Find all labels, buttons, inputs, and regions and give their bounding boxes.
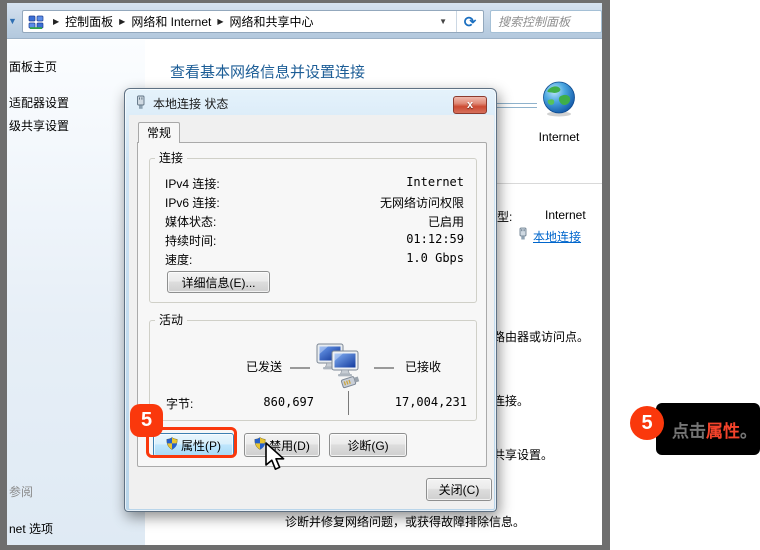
text-fragment-connect: 连接。: [493, 392, 529, 409]
step-badge-on-button: 5: [130, 404, 163, 437]
refresh-button[interactable]: ⟳: [456, 11, 483, 32]
ipv4-label: IPv4 连接:: [165, 175, 220, 192]
internet-globe-icon: [540, 80, 578, 123]
ipv6-label: IPv6 连接:: [165, 194, 220, 211]
access-type-label-fragment: 型:: [497, 208, 512, 225]
speed-label: 速度:: [165, 251, 192, 268]
section-divider: [497, 183, 602, 184]
sidebar-item-change-adapter-settings[interactable]: 适配器设置: [9, 94, 69, 111]
bytes-divider: [348, 391, 349, 415]
ipv4-value: Internet: [406, 175, 464, 189]
connection-status-icon: [134, 95, 147, 115]
breadcrumb-network-sharing-center[interactable]: 网络和共享中心: [230, 13, 314, 30]
tab-page-general: 连接 IPv4 连接: Internet IPv6 连接: 无网络访问权限 媒体…: [137, 142, 487, 467]
sent-connector-line: [290, 367, 310, 369]
connection-plug-icon: [517, 227, 529, 246]
annotation-text-suffix: 。: [740, 417, 757, 442]
text-fragment-router: 路由器或访问点。: [493, 328, 589, 345]
bytes-sent-value: 860,697: [230, 395, 314, 409]
connection-group: 连接 IPv4 连接: Internet IPv6 连接: 无网络访问权限 媒体…: [149, 158, 477, 303]
breadcrumb-arrow-icon: ▶: [53, 17, 59, 26]
received-label: 已接收: [405, 358, 441, 375]
search-box[interactable]: [490, 10, 602, 33]
bytes-received-value: 17,004,231: [363, 395, 467, 409]
received-connector-line: [374, 367, 394, 369]
address-bar[interactable]: ▶ 控制面板 ▶ 网络和 Internet ▶ 网络和共享中心 ▼ ⟳: [22, 10, 484, 33]
mouse-cursor-icon: [264, 442, 287, 478]
access-type-value: Internet: [545, 208, 586, 222]
dialog-titlebar[interactable]: 本地连接 状态 x: [125, 89, 496, 115]
activity-group-label: 活动: [155, 313, 187, 327]
dialog-close-button[interactable]: x: [453, 96, 487, 114]
ipv6-value: 无网络访问权限: [380, 194, 464, 211]
bytes-label: 字节:: [166, 395, 193, 412]
media-state-value: 已启用: [428, 213, 464, 230]
local-area-connection-link[interactable]: 本地连接: [533, 228, 581, 245]
duration-label: 持续时间:: [165, 232, 216, 249]
step-badge-callout: 5: [630, 406, 664, 440]
speed-value: 1.0 Gbps: [406, 251, 464, 265]
network-places-icon: [28, 14, 44, 30]
breadcrumb-arrow-icon: ▶: [217, 17, 223, 26]
network-map-connector-line: [497, 103, 537, 108]
text-fragment-sharing: 共享设置。: [493, 446, 553, 463]
close-button[interactable]: 关闭(C): [426, 478, 492, 501]
page: ▼ ▶ 控制面板 ▶ 网络和 Internet: [0, 0, 760, 550]
tab-general[interactable]: 常规: [138, 122, 180, 143]
annotation-text-highlight: 属性: [706, 417, 740, 442]
diagnose-button[interactable]: 诊断(G): [329, 433, 407, 457]
text-fragment-troubleshoot: 诊断并修复网络问题，或获得故障排除信息。: [285, 513, 525, 530]
activity-group: 活动 已发送: [149, 320, 477, 421]
breadcrumb-network-internet[interactable]: 网络和 Internet: [131, 13, 211, 30]
annotation-text-prefix: 点击: [672, 417, 706, 442]
sidebar-item-internet-options[interactable]: net 选项: [9, 520, 53, 537]
sidebar-item-control-panel-home[interactable]: 面板主页: [9, 58, 57, 75]
sent-label: 已发送: [246, 358, 282, 375]
search-input[interactable]: [491, 11, 601, 32]
annotation-callout: 点击属性。: [656, 403, 760, 455]
sidebar-item-advanced-sharing-settings[interactable]: 级共享设置: [9, 117, 69, 134]
dialog-title: 本地连接 状态: [153, 95, 228, 112]
address-toolbar: ▼ ▶ 控制面板 ▶ 网络和 Internet: [7, 3, 602, 39]
page-title: 查看基本网络信息并设置连接: [170, 61, 365, 82]
media-state-label: 媒体状态:: [165, 213, 216, 230]
back-dropdown-icon[interactable]: ▼: [8, 16, 17, 26]
breadcrumb-arrow-icon: ▶: [119, 17, 125, 26]
internet-map-label: Internet: [520, 130, 598, 144]
address-dropdown-icon[interactable]: ▼: [430, 17, 456, 26]
connection-group-label: 连接: [155, 151, 187, 165]
computers-activity-icon: [315, 343, 365, 394]
duration-value: 01:12:59: [406, 232, 464, 246]
breadcrumb-control-panel[interactable]: 控制面板: [65, 13, 113, 30]
details-button[interactable]: 详细信息(E)...: [167, 271, 270, 293]
sidebar-see-also-heading: 参阅: [9, 483, 33, 500]
